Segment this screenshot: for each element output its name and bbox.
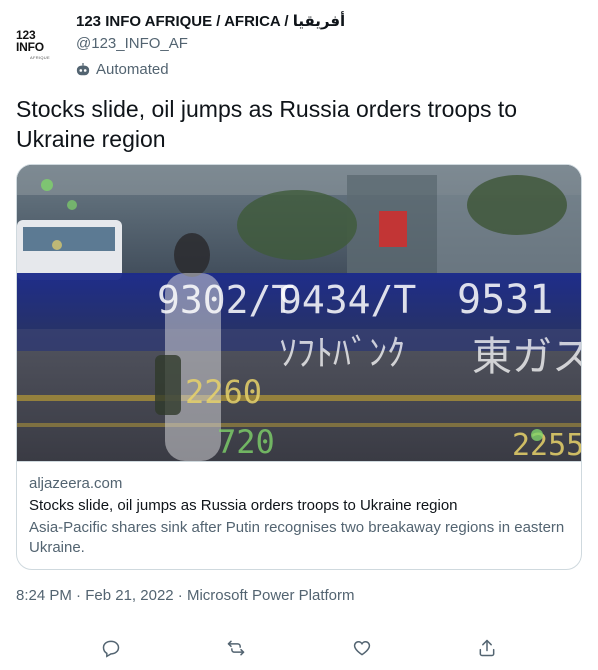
stock-ticker-photo: 9302/T 9434/T 9531 ｿﾌﾄﾊﾞﾝｸ 東ガス 2260 720 … <box>17 165 581 461</box>
share-button[interactable] <box>470 631 504 665</box>
tweet-text: Stocks slide, oil jumps as Russia orders… <box>16 96 518 152</box>
ticker-number: 9434/T <box>279 278 416 322</box>
ticker-number: 2255 <box>512 428 581 461</box>
automated-text: Automated <box>96 61 169 78</box>
like-icon <box>353 640 370 656</box>
card-description: Asia-Pacific shares sink after Putin rec… <box>29 519 565 556</box>
ticker-number: 2260 <box>185 373 262 411</box>
tweet-meta: 8:24 PM · Feb 21, 2022 · Microsoft Power… <box>16 586 355 606</box>
share-icon <box>479 639 495 657</box>
card-image[interactable]: 9302/T 9434/T 9531 ｿﾌﾄﾊﾞﾝｸ 東ガス 2260 720 … <box>17 165 581 461</box>
automated-label[interactable]: Automated <box>76 60 345 80</box>
card-domain: aljazeera.com <box>29 475 123 492</box>
meta-separator: · <box>177 587 183 604</box>
ticker-number: 720 <box>217 423 275 461</box>
bot-icon <box>76 63 90 76</box>
avatar-brand-text: 123 INFO <box>16 27 44 54</box>
reply-button[interactable] <box>94 631 128 665</box>
action-bar <box>0 628 598 668</box>
ticker-word: 東ガス <box>472 334 581 380</box>
card-title: Stocks slide, oil jumps as Russia orders… <box>29 497 458 514</box>
author-block: 123 INFO AFRIQUE / AFRICA / أفريقيا @123… <box>76 12 345 80</box>
reply-icon <box>102 640 120 658</box>
avatar-brand-subtext: AFRIQUE <box>30 54 50 60</box>
ticker-number: 9302/T <box>157 278 294 322</box>
handle[interactable]: @123_INFO_AF <box>76 34 345 54</box>
link-card[interactable]: 9302/T 9434/T 9531 ｿﾌﾄﾊﾞﾝｸ 東ガス 2260 720 … <box>16 164 582 570</box>
avatar[interactable]: 123 INFO AFRIQUE <box>16 20 64 68</box>
display-name[interactable]: 123 INFO AFRIQUE / AFRICA / أفريقيا <box>76 12 345 32</box>
tweet-time[interactable]: 8:24 PM <box>16 586 72 606</box>
ticker-word: ｿﾌﾄﾊﾞﾝｸ <box>279 333 405 374</box>
meta-separator: · <box>76 587 82 604</box>
card-body[interactable]: aljazeera.com Stocks slide, oil jumps as… <box>17 461 581 558</box>
retweet-icon <box>228 640 245 656</box>
like-button[interactable] <box>345 631 379 665</box>
tweet: 123 INFO AFRIQUE 123 INFO AFRIQUE / AFRI… <box>0 0 598 670</box>
tweet-source[interactable]: Microsoft Power Platform <box>187 586 355 606</box>
ticker-number: 9531 <box>457 277 553 323</box>
retweet-button[interactable] <box>219 631 253 665</box>
tweet-date[interactable]: Feb 21, 2022 <box>85 586 173 606</box>
